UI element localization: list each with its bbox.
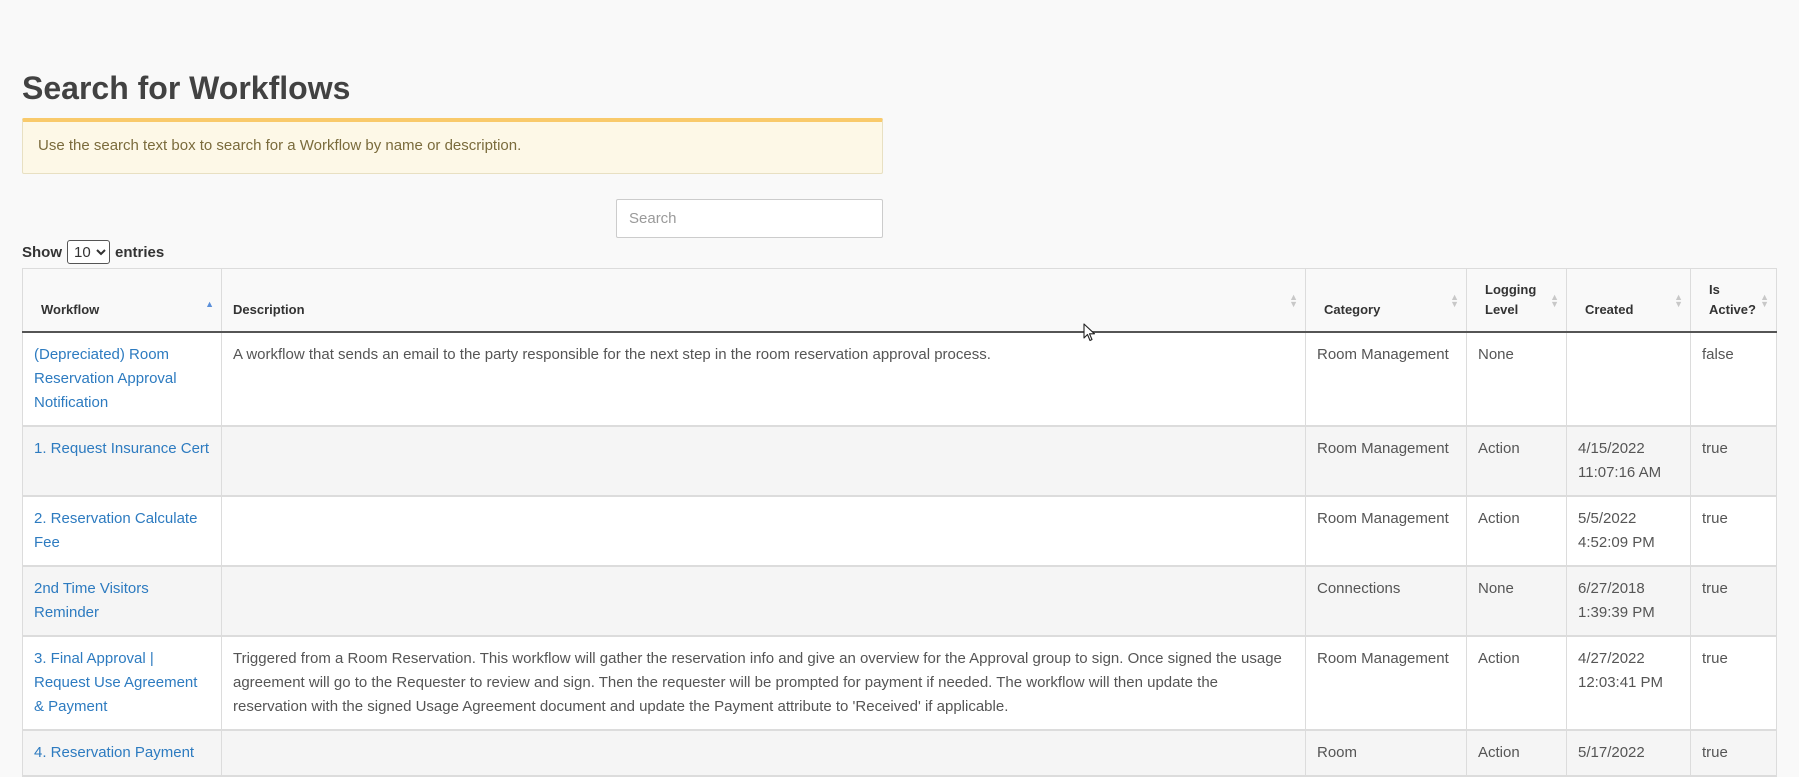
created-cell: 5/5/2022 4:52:09 PM xyxy=(1566,495,1691,567)
workflow-cell: 2nd Time Visitors Reminder xyxy=(22,565,222,637)
table-header-row: Workflow ▲ Description ▲ ▼ Category ▲ ▼ Lo… xyxy=(22,268,1777,333)
category-cell: Room Management xyxy=(1305,495,1467,567)
is-active-cell: true xyxy=(1690,425,1777,497)
workflow-cell: 4. Reservation Payment xyxy=(22,729,222,777)
workflow-link[interactable]: 3. Final Approval | Request Use Agreemen… xyxy=(34,650,197,715)
is-active-cell: false xyxy=(1690,331,1777,427)
info-alert: Use the search text box to search for a … xyxy=(22,118,883,174)
workflow-link[interactable]: (Depreciated) Room Reservation Approval … xyxy=(34,346,177,411)
table-row[interactable]: 1. Request Insurance Cert Room Managemen… xyxy=(22,425,1777,497)
created-cell: 5/17/2022 xyxy=(1566,729,1691,777)
workflows-table: Workflow ▲ Description ▲ ▼ Category ▲ ▼ Lo… xyxy=(22,268,1777,777)
column-header-logging-level[interactable]: Logging Level ▲ ▼ xyxy=(1466,268,1567,333)
show-label: Show xyxy=(22,243,62,261)
mouse-cursor-icon xyxy=(1083,323,1096,342)
is-active-cell: true xyxy=(1690,495,1777,567)
is-active-cell: true xyxy=(1690,729,1777,777)
logging-level-cell: Action xyxy=(1466,729,1567,777)
column-header-category[interactable]: Category ▲ ▼ xyxy=(1305,268,1467,333)
workflow-link[interactable]: 1. Request Insurance Cert xyxy=(34,440,209,457)
workflow-cell: 2. Reservation Calculate Fee xyxy=(22,495,222,567)
workflow-link[interactable]: 2. Reservation Calculate Fee xyxy=(34,510,197,551)
sort-arrows-icon: ▲ ▼ xyxy=(1674,292,1683,309)
entries-label: entries xyxy=(115,243,165,261)
table-row[interactable]: 2nd Time Visitors Reminder Connections N… xyxy=(22,565,1777,637)
page-length-control: Show 10 entries xyxy=(22,240,164,264)
category-cell: Room Management xyxy=(1305,635,1467,731)
description-cell xyxy=(221,729,1306,777)
table-row[interactable]: 3. Final Approval | Request Use Agreemen… xyxy=(22,635,1777,731)
created-cell: 4/15/2022 11:07:16 AM xyxy=(1566,425,1691,497)
is-active-cell: true xyxy=(1690,565,1777,637)
sort-arrows-icon: ▲ ▼ xyxy=(1760,292,1769,309)
column-header-description[interactable]: Description ▲ ▼ xyxy=(221,268,1306,333)
table-row[interactable]: 4. Reservation Payment Room Action 5/17/… xyxy=(22,729,1777,777)
search-input[interactable] xyxy=(616,199,883,238)
description-cell xyxy=(221,565,1306,637)
workflow-cell: (Depreciated) Room Reservation Approval … xyxy=(22,331,222,427)
sort-arrows-icon: ▲ xyxy=(205,299,214,309)
description-cell: A workflow that sends an email to the pa… xyxy=(221,331,1306,427)
category-cell: Connections xyxy=(1305,565,1467,637)
column-header-label: Workflow xyxy=(41,302,100,317)
workflow-link[interactable]: 4. Reservation Payment xyxy=(34,744,194,761)
sort-arrows-icon: ▲ ▼ xyxy=(1550,292,1559,309)
category-cell: Room Management xyxy=(1305,331,1467,427)
description-cell xyxy=(221,425,1306,497)
column-header-label: Category xyxy=(1324,302,1381,317)
table-row[interactable]: 2. Reservation Calculate Fee Room Manage… xyxy=(22,495,1777,567)
description-cell: Triggered from a Room Reservation. This … xyxy=(221,635,1306,731)
logging-level-cell: Action xyxy=(1466,425,1567,497)
column-header-created[interactable]: Created ▲ ▼ xyxy=(1566,268,1691,333)
category-cell: Room Management xyxy=(1305,425,1467,497)
created-cell: 6/27/2018 1:39:39 PM xyxy=(1566,565,1691,637)
column-header-label: Description xyxy=(233,302,305,317)
workflow-cell: 3. Final Approval | Request Use Agreemen… xyxy=(22,635,222,731)
column-header-workflow[interactable]: Workflow ▲ xyxy=(22,268,222,333)
created-cell xyxy=(1566,331,1691,427)
sort-arrows-icon: ▲ ▼ xyxy=(1450,292,1459,309)
created-cell: 4/27/2022 12:03:41 PM xyxy=(1566,635,1691,731)
column-header-label: Created xyxy=(1585,302,1634,317)
column-header-label: Is Active? xyxy=(1709,282,1756,317)
logging-level-cell: None xyxy=(1466,565,1567,637)
page-length-select[interactable]: 10 xyxy=(67,240,110,264)
workflow-link[interactable]: 2nd Time Visitors Reminder xyxy=(34,580,149,621)
description-cell xyxy=(221,495,1306,567)
logging-level-cell: Action xyxy=(1466,495,1567,567)
logging-level-cell: None xyxy=(1466,331,1567,427)
sort-arrows-icon: ▲ ▼ xyxy=(1289,292,1298,309)
category-cell: Room xyxy=(1305,729,1467,777)
is-active-cell: true xyxy=(1690,635,1777,731)
page-title: Search for Workflows xyxy=(22,70,351,106)
column-header-is-active[interactable]: Is Active? ▲ ▼ xyxy=(1690,268,1777,333)
logging-level-cell: Action xyxy=(1466,635,1567,731)
table-row[interactable]: (Depreciated) Room Reservation Approval … xyxy=(22,331,1777,427)
column-header-label: Logging Level xyxy=(1485,282,1537,317)
workflow-cell: 1. Request Insurance Cert xyxy=(22,425,222,497)
